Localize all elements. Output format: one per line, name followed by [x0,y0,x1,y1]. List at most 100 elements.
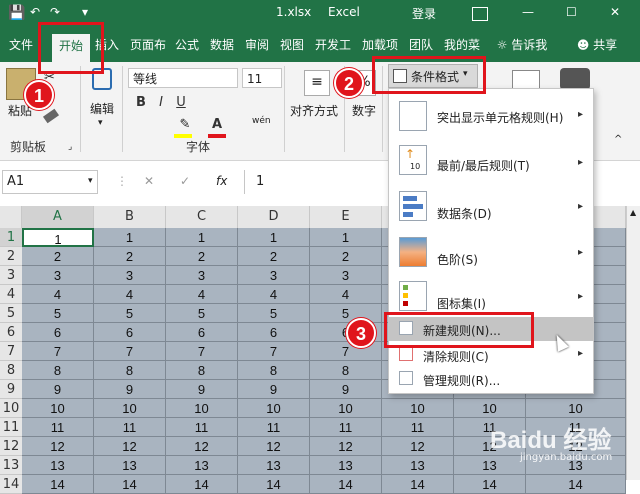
format-painter-icon[interactable] [42,108,60,124]
tab-file[interactable]: 文件 [4,34,38,56]
table-cell[interactable]: 11 [310,418,382,437]
table-cell[interactable]: 1 [166,228,238,247]
table-cell[interactable]: 10 [454,399,526,418]
row-header-9[interactable]: 9 [0,380,22,399]
row-header-8[interactable]: 8 [0,361,22,380]
table-cell[interactable]: 2 [94,247,166,266]
camera-icon[interactable] [560,68,590,90]
table-cell[interactable]: 14 [22,475,94,494]
table-cell[interactable]: 6 [94,323,166,342]
table-cell[interactable]: 11 [238,418,310,437]
formula-input[interactable]: 1 [256,174,264,189]
tab-page-layout[interactable]: 页面布 [126,34,170,56]
font-name-select[interactable]: 等线 [128,68,238,88]
table-cell[interactable]: 6 [166,323,238,342]
row-header-1[interactable]: 1 [0,228,22,247]
table-cell[interactable]: 14 [382,475,454,494]
table-cell[interactable]: 12 [22,437,94,456]
table-cell[interactable]: 9 [22,380,94,399]
table-cell[interactable]: 2 [166,247,238,266]
table-cell[interactable]: 13 [238,456,310,475]
fill-color-icon[interactable]: ✎ [176,116,194,134]
table-cell[interactable]: 7 [166,342,238,361]
table-cell[interactable]: 11 [166,418,238,437]
phonetic-icon[interactable]: wén [252,116,271,126]
dialog-launcher-icon[interactable]: ⌟ [68,142,72,152]
table-cell[interactable]: 1 [22,228,94,247]
row-header-10[interactable]: 10 [0,399,22,418]
table-cell[interactable]: 4 [238,285,310,304]
tab-team[interactable]: 团队 [406,34,436,56]
table-cell[interactable]: 10 [166,399,238,418]
row-header-14[interactable]: 14 [0,475,22,494]
undo-icon[interactable]: ↶ [30,5,40,19]
font-size-select[interactable]: 11 [242,68,282,88]
menu-item-color-scales[interactable]: 色阶(S) ▸ [389,233,593,277]
table-cell[interactable]: 2 [22,247,94,266]
column-header-B[interactable]: B [94,206,166,228]
name-box[interactable]: A1 [2,170,98,194]
table-cell[interactable]: 5 [166,304,238,323]
table-cell[interactable]: 8 [94,361,166,380]
table-cell[interactable]: 3 [238,266,310,285]
scroll-up-icon[interactable]: ▲ [630,208,636,217]
table-cell[interactable]: 10 [382,399,454,418]
align-icon[interactable]: ≡ [304,70,330,96]
tab-addins[interactable]: 加载项 [358,34,402,56]
table-cell[interactable]: 3 [310,266,382,285]
column-header-D[interactable]: D [238,206,310,228]
table-cell[interactable]: 4 [94,285,166,304]
row-header-7[interactable]: 7 [0,342,22,361]
table-cell[interactable]: 9 [238,380,310,399]
tab-view[interactable]: 视图 [276,34,308,56]
table-cell[interactable]: 3 [22,266,94,285]
column-header-A[interactable]: A [22,206,94,228]
table-cell[interactable]: 12 [382,437,454,456]
table-cell[interactable]: 11 [382,418,454,437]
table-cell[interactable]: 6 [22,323,94,342]
table-cell[interactable]: 6 [238,323,310,342]
table-cell[interactable]: 10 [94,399,166,418]
number-label[interactable]: 数字 [352,102,376,119]
redo-icon[interactable]: ↷ [50,5,60,19]
menu-item-top-bottom[interactable]: ↑ 10 最前/最后规则(T) ▸ [389,141,593,183]
customize-qat-icon[interactable]: ▾ [82,5,88,19]
table-cell[interactable]: 13 [22,456,94,475]
table-cell[interactable]: 12 [238,437,310,456]
table-cell[interactable]: 3 [166,266,238,285]
tab-data[interactable]: 数据 [206,34,238,56]
table-cell[interactable]: 4 [166,285,238,304]
table-cell[interactable]: 5 [22,304,94,323]
alignment-label[interactable]: 对齐方式 [290,102,338,119]
table-cell[interactable]: 5 [238,304,310,323]
table-cell[interactable]: 2 [238,247,310,266]
table-cell[interactable]: 1 [238,228,310,247]
table-cell[interactable]: 14 [94,475,166,494]
tab-my-menu[interactable]: 我的菜 [440,34,484,56]
table-cell[interactable]: 14 [526,475,626,494]
menu-item-data-bars[interactable]: 数据条(D) ▸ [389,187,593,231]
tell-me[interactable]: ☼ 告诉我 [492,34,552,56]
table-cell[interactable]: 9 [310,380,382,399]
select-all-corner[interactable] [0,206,22,228]
table-cell[interactable]: 8 [22,361,94,380]
table-cell[interactable]: 14 [454,475,526,494]
table-cell[interactable]: 12 [310,437,382,456]
table-cell[interactable]: 1 [94,228,166,247]
menu-item-highlight-rules[interactable]: 突出显示单元格规则(H) ▸ [389,95,593,137]
table-cell[interactable]: 10 [526,399,626,418]
row-header-3[interactable]: 3 [0,266,22,285]
table-cell[interactable]: 5 [94,304,166,323]
table-cell[interactable]: 9 [166,380,238,399]
share-button[interactable]: ☻ 共享 [570,34,624,56]
table-cell[interactable]: 9 [94,380,166,399]
row-header-13[interactable]: 13 [0,456,22,475]
chevron-down-icon[interactable]: ▾ [98,118,103,128]
table-cell[interactable]: 13 [166,456,238,475]
table-cell[interactable]: 7 [238,342,310,361]
table-cell[interactable]: 7 [22,342,94,361]
table-cell[interactable]: 8 [310,361,382,380]
row-header-6[interactable]: 6 [0,323,22,342]
font-color-icon[interactable]: A [208,116,226,134]
vertical-scrollbar[interactable]: ▲ [626,206,640,480]
